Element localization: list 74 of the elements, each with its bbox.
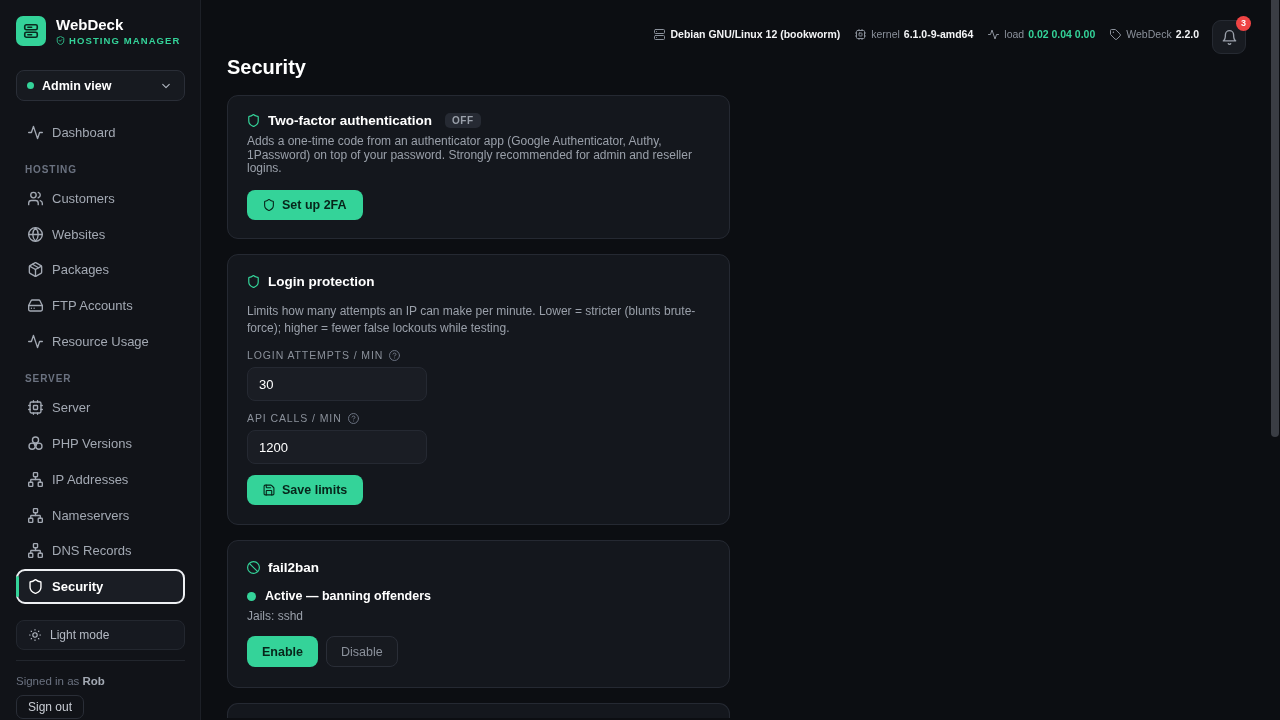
nav-item[interactable]: Dashboard	[16, 115, 185, 151]
notification-count-badge: 3	[1236, 16, 1251, 31]
pulse-line-icon	[28, 333, 43, 349]
info-value: 0.02 0.04 0.00	[1028, 28, 1096, 40]
shield-icon	[247, 113, 260, 127]
cube-icon	[28, 262, 43, 278]
card-title: Two-factor authentication	[268, 112, 432, 128]
nav-item[interactable]: Websites	[16, 216, 185, 253]
notifications-button[interactable]	[1212, 20, 1246, 54]
nav-section-heading: SERVER	[24, 372, 73, 387]
hierarchy-icon	[28, 507, 43, 523]
drive-icon	[28, 298, 43, 314]
nav-item[interactable]: IP Addresses	[16, 461, 185, 498]
card-description: Adds a one-time code from an authenticator app (Google Authenticator, Authy, 1Password) on top of your password. Strongly recommended for admin and reseller logins.	[247, 135, 693, 176]
view-switcher-dropdown[interactable]: Admin view	[16, 70, 185, 101]
info-value: Debian GNU/Linux 12 (bookworm)	[670, 28, 841, 40]
help-icon	[389, 349, 401, 361]
nav-item[interactable]: Nameservers	[16, 497, 185, 533]
save-button[interactable]: Save limits	[247, 475, 364, 505]
card-title: Login protection	[268, 273, 375, 289]
nav-item[interactable]: Server	[16, 390, 185, 426]
number-input-field[interactable]: 30	[247, 367, 427, 401]
hierarchy-icon	[28, 471, 43, 487]
info-label: WebDeck	[1126, 28, 1172, 40]
nav-item[interactable]: DNS Records	[16, 532, 185, 569]
sun-icon	[29, 629, 41, 642]
app-tagline: HOSTING MANAGER	[69, 35, 181, 46]
pulse-line-icon	[28, 125, 43, 141]
setup-2fa-button[interactable]: Set up 2FA	[247, 190, 363, 220]
server-icon	[654, 28, 666, 40]
nav-item[interactable]: Security	[16, 568, 185, 605]
tag-icon	[1110, 28, 1122, 40]
enable-button[interactable]: Enable	[247, 636, 318, 667]
card-title: fail2ban	[268, 559, 319, 575]
info-value: 2.2.0	[1175, 28, 1199, 40]
help-icon	[347, 412, 359, 424]
field-label: LOGIN ATTEMPTS / MIN	[247, 348, 384, 362]
info-label: kernel	[871, 28, 900, 40]
nav-item[interactable]: Customers	[16, 180, 185, 217]
ban-icon	[247, 560, 260, 574]
status-dot-icon	[27, 82, 34, 89]
card-description: Limits how many attempts an IP can make per minute. Lower = stricter (blunts brute-force); higher = fewer false lockouts while testing.	[247, 303, 697, 337]
jails-text: Jails: sshd	[247, 609, 305, 623]
pulse-line-icon	[988, 28, 1000, 40]
info-label: load	[1004, 28, 1025, 40]
nav-item[interactable]: Packages	[16, 252, 185, 288]
shield-icon	[247, 274, 260, 288]
scrollbar-thumb[interactable]	[1271, 0, 1279, 437]
circles-cluster-icon	[28, 436, 43, 452]
nav-item[interactable]: PHP Versions	[16, 425, 185, 462]
nav-item[interactable]: FTP Accounts	[16, 287, 185, 324]
signed-in-text: Signed in as Rob	[16, 674, 106, 689]
logo-icon	[16, 16, 46, 46]
globe-icon	[28, 226, 43, 242]
status-badge: OFF	[445, 112, 481, 128]
nav-section-heading: HOSTING	[24, 162, 78, 177]
page-title: Security	[227, 55, 307, 80]
chip-icon	[855, 28, 867, 40]
field-label: API CALLS / MIN	[247, 411, 342, 425]
bell-icon	[1221, 29, 1237, 45]
theme-toggle-button[interactable]: Light mode	[16, 620, 185, 651]
people-icon	[28, 191, 43, 207]
disable-button[interactable]: Disable	[326, 636, 398, 667]
shield-icon	[263, 199, 275, 211]
status-text: Active — banning offenders	[265, 588, 431, 604]
nav-item[interactable]: Resource Usage	[16, 323, 185, 360]
app-name: WebDeck	[56, 16, 125, 33]
number-input-field[interactable]: 1200	[247, 430, 427, 464]
shield-check-icon	[56, 36, 65, 45]
sign-out-button[interactable]: Sign out	[16, 695, 85, 720]
hierarchy-icon	[28, 543, 43, 559]
shield-icon	[28, 578, 43, 594]
chip-icon	[28, 400, 43, 416]
info-value: 6.1.0-9-amd64	[903, 28, 974, 40]
